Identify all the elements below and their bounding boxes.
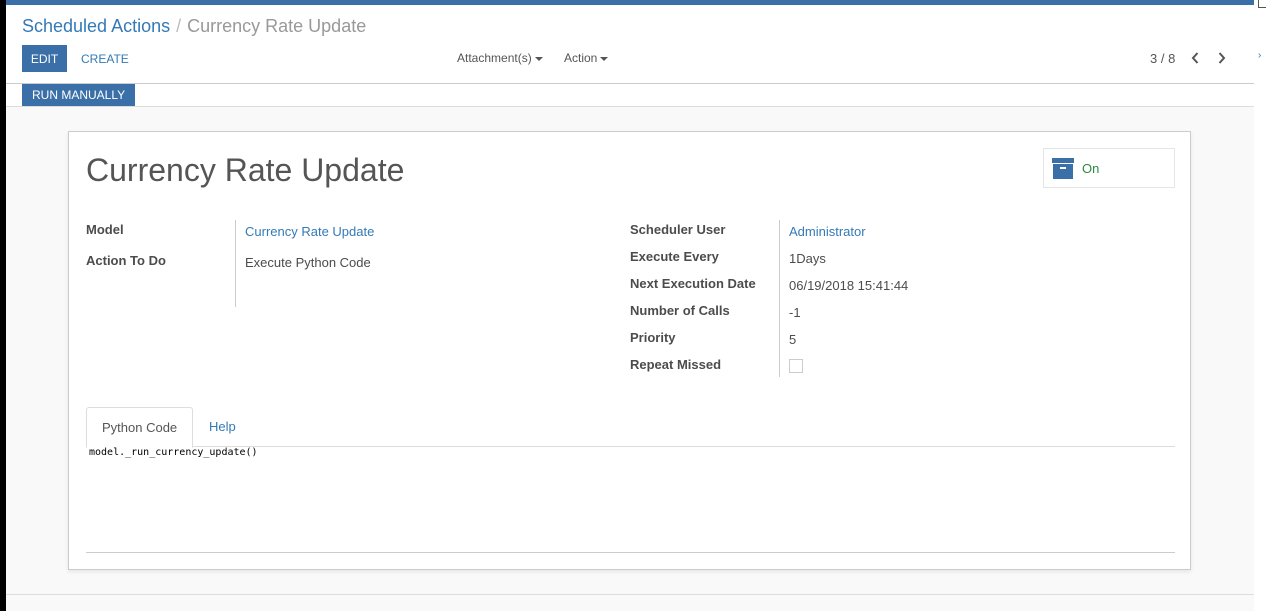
active-toggle-label: On xyxy=(1082,161,1100,176)
breadcrumb-current: Currency Rate Update xyxy=(187,16,367,36)
form-sheet: Currency Rate Update On Model Currency R… xyxy=(68,131,1191,570)
model-label: Model xyxy=(86,222,124,237)
next-execution-date-label: Next Execution Date xyxy=(630,276,756,291)
form-statusbar: RUN MANUALLY xyxy=(6,84,1254,107)
side-panel-strip: › xyxy=(1254,0,1266,611)
edit-button[interactable]: EDIT xyxy=(22,45,67,72)
scheduler-user-value[interactable]: Administrator xyxy=(789,224,866,239)
priority-label: Priority xyxy=(630,330,676,345)
action-to-do-label: Action To Do xyxy=(86,253,166,268)
caret-down-icon xyxy=(600,56,609,61)
record-title: Currency Rate Update xyxy=(86,152,405,188)
pager-next-button[interactable] xyxy=(1212,47,1232,69)
field-divider xyxy=(235,220,236,307)
caret-down-icon xyxy=(534,56,543,61)
footer-divider xyxy=(6,594,1254,595)
create-button[interactable]: CREATE xyxy=(77,45,133,72)
control-panel: Scheduled Actions / Currency Rate Update E… xyxy=(6,5,1254,84)
app-window: Scheduled Actions / Currency Rate Update E… xyxy=(6,0,1254,611)
model-value[interactable]: Currency Rate Update xyxy=(245,224,374,239)
breadcrumb: Scheduled Actions / Currency Rate Update xyxy=(22,16,366,37)
code-editor-bottom-border xyxy=(86,552,1175,553)
tab-python-code[interactable]: Python Code xyxy=(86,407,194,448)
next-execution-date-value[interactable]: 06/19/2018 15:41:44 xyxy=(789,278,908,293)
action-to-do-value[interactable]: Execute Python Code xyxy=(245,255,371,270)
field-divider xyxy=(779,220,780,377)
number-of-calls-value[interactable]: -1 xyxy=(789,305,801,320)
pager-previous-button[interactable] xyxy=(1185,47,1205,69)
execute-every-label: Execute Every xyxy=(630,249,719,264)
attachments-label: Attachment(s) xyxy=(457,51,532,65)
chevron-right-icon[interactable]: › xyxy=(1258,50,1261,61)
pager-value[interactable]: 3 / 8 xyxy=(1150,51,1175,66)
priority-value[interactable]: 5 xyxy=(789,332,796,347)
breadcrumb-scheduled-actions[interactable]: Scheduled Actions xyxy=(22,16,170,36)
action-label: Action xyxy=(564,51,598,65)
action-dropdown[interactable]: Action xyxy=(564,51,609,65)
tab-help[interactable]: Help xyxy=(194,407,251,448)
run-manually-button[interactable]: RUN MANUALLY xyxy=(22,84,136,106)
attachments-dropdown[interactable]: Attachment(s) xyxy=(457,51,543,65)
breadcrumb-separator: / xyxy=(176,16,182,36)
execute-every-value[interactable]: 1Days xyxy=(789,251,826,266)
chevron-left-icon xyxy=(1191,52,1199,64)
corner-mark xyxy=(1258,0,1266,8)
repeat-missed-label: Repeat Missed xyxy=(630,357,722,372)
python-code-editor[interactable]: model._run_currency_update() xyxy=(89,447,258,458)
notebook-tabs: Python Code Help xyxy=(86,407,1175,448)
number-of-calls-label: Number of Calls xyxy=(630,303,730,318)
archive-box-icon xyxy=(1052,158,1074,179)
scheduler-user-label: Scheduler User xyxy=(630,222,726,237)
active-toggle-button[interactable]: On xyxy=(1043,148,1175,188)
repeat-missed-checkbox[interactable] xyxy=(789,359,803,373)
chevron-right-icon xyxy=(1218,52,1226,64)
